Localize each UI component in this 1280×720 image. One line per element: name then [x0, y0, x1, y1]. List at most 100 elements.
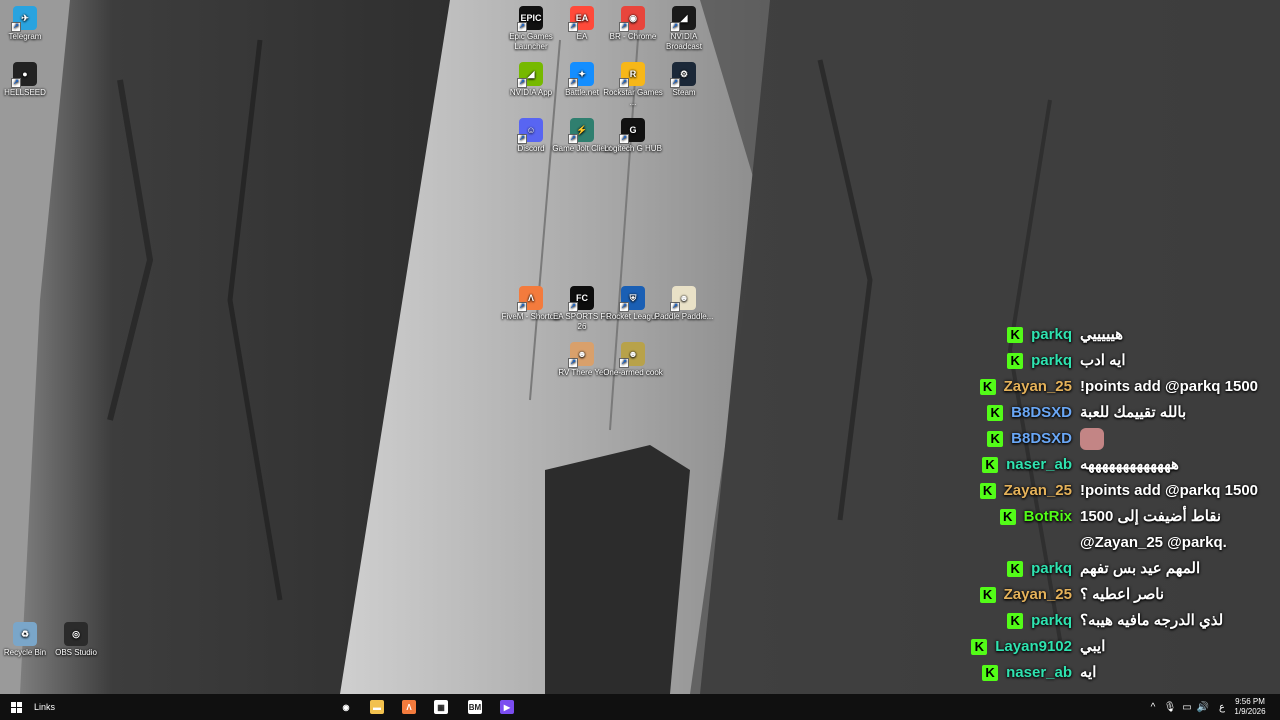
desktop-icon-label: HELLSEED: [4, 88, 46, 97]
chat-emote-icon: [1080, 428, 1104, 451]
desktop-icon-one-armed-cook[interactable]: ☻ ↗ One-armed cook: [601, 342, 665, 378]
desktop-icon-obs[interactable]: ◎ OBS Studio: [44, 622, 108, 658]
shortcut-arrow-icon: ↗: [670, 22, 680, 32]
desktop-icon-hellseed[interactable]: ● ↗ HELLSEED: [0, 62, 57, 98]
chat-username: Zayan_25: [1003, 378, 1072, 395]
desktop-icon-telegram[interactable]: ✈ ↗ Telegram: [0, 6, 57, 42]
icon-glyph: ⚙: [679, 69, 689, 79]
fivem-icon: Λ ↗: [517, 286, 543, 312]
show-hidden-icons-chevron-icon[interactable]: ^: [1146, 694, 1160, 720]
telegram-icon: ✈ ↗: [11, 6, 37, 32]
icon-glyph: ☺: [526, 125, 536, 135]
desktop-icon-label: Logitech G HUB: [604, 144, 662, 153]
chat-message: Kparkq ايه ادب: [900, 348, 1280, 374]
clock-date: 1/9/2026: [1234, 707, 1266, 716]
microphone-icon[interactable]: 🎙: [1163, 694, 1177, 720]
icon-glyph: ☻: [628, 349, 638, 359]
desktop-icon-logitech[interactable]: G ↗ Logitech G HUB: [601, 118, 665, 154]
chat-message: K Layan9102 ايبي: [900, 634, 1280, 660]
clock-time: 9:56 PM: [1235, 697, 1265, 706]
icon-glyph: ✈: [21, 13, 29, 23]
chat-username: naser_ab: [1006, 664, 1072, 681]
kick-badge-icon: K: [1007, 613, 1024, 629]
system-clock[interactable]: 9:56 PM 1/9/2026: [1230, 694, 1270, 720]
desktop-icon-label: NVIDIA Broadcast: [665, 32, 703, 51]
desktop-icon-steam[interactable]: ⚙ ↗ Steam: [652, 62, 716, 98]
icon-glyph: ◎: [72, 629, 80, 639]
taskbar-app-cortana[interactable]: ◉: [335, 694, 357, 720]
chat-username: Layan9102: [995, 638, 1072, 655]
chat-message-author: K Zayan_25: [900, 582, 1080, 608]
chat-username: Zayan_25: [1003, 482, 1072, 499]
shortcut-arrow-icon: ↗: [619, 358, 629, 368]
file-explorer-icon: ▬: [370, 700, 384, 714]
nvidia-broadcast-icon: ◢ ↗: [670, 6, 696, 32]
chat-message-author: K B8DSXD: [900, 426, 1080, 452]
chat-username: BotRix: [1023, 508, 1072, 525]
rockstar-icon: R ↗: [619, 62, 645, 88]
icon-glyph: ◉: [629, 13, 637, 23]
icon-glyph: ♻: [20, 629, 30, 639]
shortcut-arrow-icon: ↗: [517, 22, 527, 32]
links-toolbar[interactable]: Links: [34, 694, 55, 720]
chat-message-text: ايبي: [1080, 638, 1106, 655]
stream-chat-overlay: Kparkq هيييييي Kparkq ايه ادب K Zayan_25 !poin…: [900, 322, 1280, 686]
kick-badge-icon: K: [971, 639, 988, 655]
nvidia-app-icon: ◢ ↗: [517, 62, 543, 88]
icon-glyph: G: [629, 125, 637, 135]
chat-message-text: هههههههههههههه: [1080, 456, 1179, 473]
desktop-icon-paddle[interactable]: ☻ ↗ Paddle Paddle...: [652, 286, 716, 322]
shortcut-arrow-icon: ↗: [619, 78, 629, 88]
kick-badge-icon: K: [987, 431, 1004, 447]
input-language-indicator[interactable]: ع: [1216, 694, 1228, 720]
chat-message: K BotRix نقاط أضيفت إلى 1500 @Zayan_25 @pa…: [900, 504, 1280, 556]
network-icon[interactable]: ▭: [1180, 694, 1194, 720]
chat-message-text: ناصر اعطيه ؟: [1080, 586, 1165, 603]
kick-badge-icon: K: [982, 665, 999, 681]
desktop-icon-nvidia-broadcast[interactable]: ◢ ↗ NVIDIA Broadcast: [652, 6, 716, 52]
kick-badge-icon: K: [999, 509, 1016, 525]
taskbar-app-microsoft-store[interactable]: ▦: [430, 694, 452, 720]
chat-message-text: لذي الدرجه مافيه هيبه؟: [1080, 612, 1224, 629]
chat-message-author: Kparkq: [900, 608, 1080, 634]
shortcut-arrow-icon: ↗: [568, 78, 578, 88]
chat-message-author: K Layan9102: [900, 634, 1080, 660]
shortcut-arrow-icon: ↗: [568, 302, 578, 312]
icon-glyph: ✦: [578, 69, 586, 79]
chat-message-author: K Zayan_25: [900, 478, 1080, 504]
windows-logo-icon: [10, 701, 22, 713]
kick-badge-icon: K: [1007, 561, 1024, 577]
volume-icon[interactable]: 🔊: [1196, 694, 1210, 720]
icon-glyph: ☻: [577, 349, 587, 359]
chat-message: Kparkq لذي الدرجه مافيه هيبه؟: [900, 608, 1280, 634]
paddle-icon: ☻ ↗: [670, 286, 696, 312]
chat-message: K Zayan_25 !points add @parkq 1500: [900, 374, 1280, 400]
icon-glyph: ⚡: [576, 125, 588, 135]
shortcut-arrow-icon: ↗: [670, 302, 680, 312]
chat-message-author: Knaser_ab: [900, 452, 1080, 478]
chat-message-text: ايه ادب: [1080, 352, 1126, 369]
bm-app-icon: BM: [468, 700, 482, 714]
start-button[interactable]: [8, 694, 24, 720]
chat-message-author: K B8DSXD: [900, 400, 1080, 426]
chat-message-author: Kparkq: [900, 348, 1080, 374]
shortcut-arrow-icon: ↗: [568, 358, 578, 368]
taskbar-app-video-app[interactable]: ▶: [496, 694, 518, 720]
chat-username: naser_ab: [1006, 456, 1072, 473]
taskbar-app-file-explorer[interactable]: ▬: [366, 694, 388, 720]
shortcut-arrow-icon: ↗: [517, 78, 527, 88]
icon-glyph: ◢: [680, 13, 688, 23]
chat-username: parkq: [1031, 326, 1072, 343]
microsoft-store-icon: ▦: [434, 700, 448, 714]
icon-glyph: ◢: [527, 69, 535, 79]
taskbar-app-bm-app[interactable]: BM: [464, 694, 486, 720]
shortcut-arrow-icon: ↗: [517, 134, 527, 144]
rv-there-yet-icon: ☻ ↗: [568, 342, 594, 368]
discord-icon: ☺ ↗: [517, 118, 543, 144]
taskbar-app-fivem-taskbar[interactable]: Λ: [398, 694, 420, 720]
chat-username: parkq: [1031, 612, 1072, 629]
kick-badge-icon: K: [987, 405, 1004, 421]
rocket-league-icon: ⛨ ↗: [619, 286, 645, 312]
kick-badge-icon: K: [979, 587, 996, 603]
chat-message-text: ايه: [1080, 664, 1097, 681]
